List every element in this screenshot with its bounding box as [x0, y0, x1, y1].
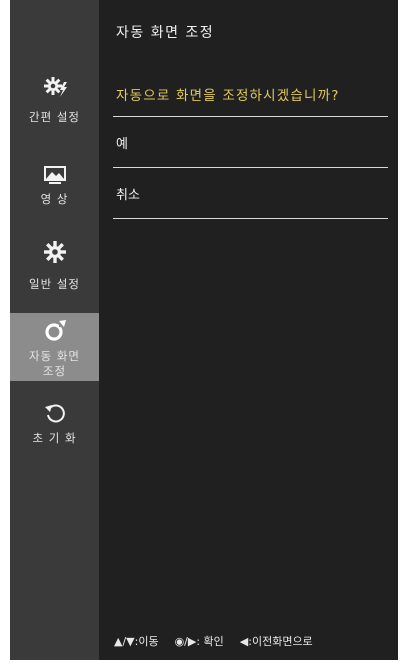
sidebar-item-quick-settings[interactable]: 간편 설정 — [10, 73, 99, 143]
hint-confirm: ◉/▶: 확인 — [174, 635, 224, 648]
sidebar-item-label: 영 상 — [40, 192, 69, 206]
osd-menu: 간편 설정 영 상 일반 설정 자동 화면 조정 초 기 화 자동 화면 조정 … — [10, 0, 398, 660]
sidebar-item-reset[interactable]: 초 기 화 — [10, 398, 99, 468]
divider — [113, 218, 388, 219]
sidebar-item-picture[interactable]: 영 상 — [10, 160, 99, 230]
picture-icon — [40, 160, 70, 190]
sidebar: 간편 설정 영 상 일반 설정 자동 화면 조정 초 기 화 — [10, 0, 99, 660]
quick-settings-icon — [40, 73, 70, 103]
sidebar-item-general-settings[interactable]: 일반 설정 — [10, 237, 99, 307]
sidebar-item-label: 간편 설정 — [29, 110, 80, 124]
hint-move: ▲/▼:이동 — [114, 635, 159, 648]
hint-back: ◀:이전화면으로 — [239, 635, 313, 648]
footer-hints: ▲/▼:이동 ◉/▶: 확인 ◀:이전화면으로 — [114, 633, 313, 649]
divider — [113, 116, 388, 117]
option-cancel[interactable]: 취소 — [116, 184, 376, 203]
main-panel: 자동 화면 조정 자동으로 화면을 조정하시겠습니까? 예 취소 ▲/▼:이동 ◉… — [99, 0, 398, 660]
reset-icon — [40, 398, 70, 428]
divider — [113, 167, 388, 168]
option-yes[interactable]: 예 — [116, 133, 376, 152]
sidebar-item-label: 초 기 화 — [32, 431, 77, 445]
auto-adjust-icon — [40, 316, 70, 346]
sidebar-item-auto-adjust[interactable]: 자동 화면 조정 — [10, 313, 99, 381]
confirm-question: 자동으로 화면을 조정하시겠습니까? — [116, 88, 340, 104]
sidebar-item-label-line2: 조정 — [42, 364, 67, 378]
sidebar-item-label: 일반 설정 — [29, 277, 80, 291]
general-settings-icon — [40, 237, 70, 267]
sidebar-item-label-line1: 자동 화면 — [29, 349, 80, 363]
page-title: 자동 화면 조정 — [116, 25, 215, 41]
